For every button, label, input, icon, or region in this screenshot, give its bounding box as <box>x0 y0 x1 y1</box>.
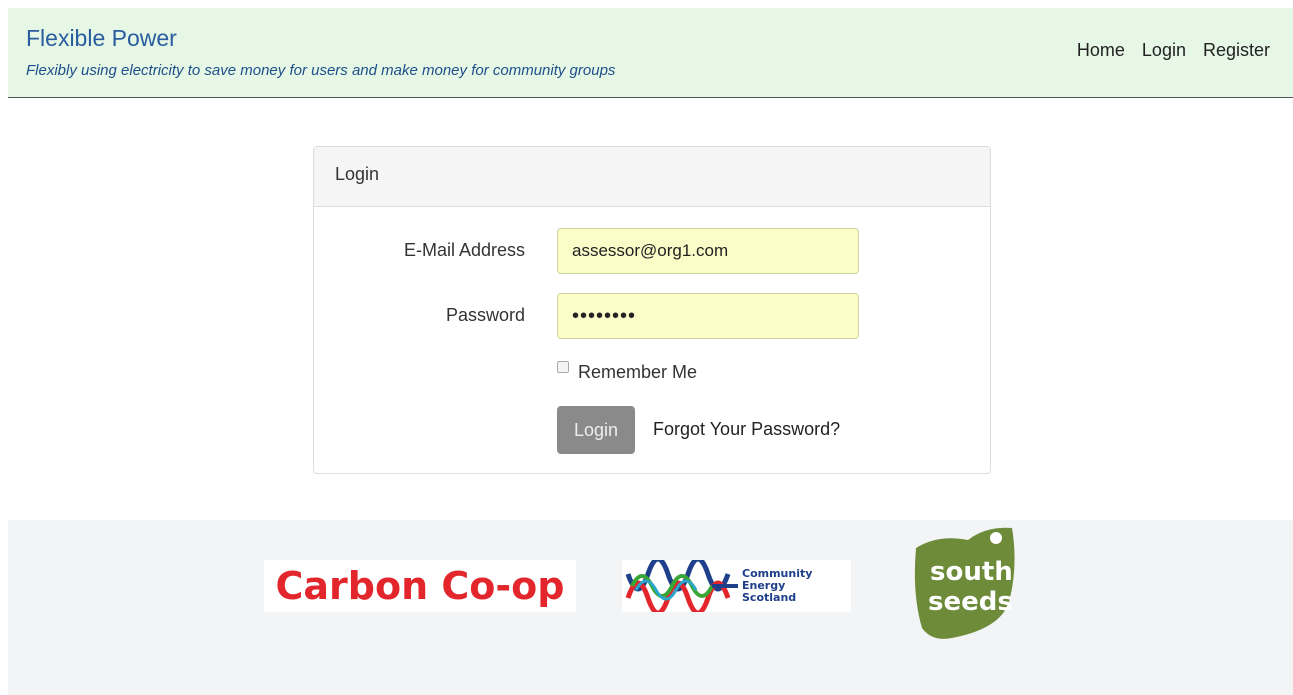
email-label: E-Mail Address <box>403 240 525 260</box>
nav-login-link[interactable]: Login <box>1142 40 1186 61</box>
password-field[interactable]: •••••••• <box>557 293 859 339</box>
footer: Carbon Co-op Community Energy Scotland s… <box>8 520 1293 695</box>
navbar: Flexible Power Flexibly using electricit… <box>8 8 1293 98</box>
nav-register-link[interactable]: Register <box>1203 40 1270 61</box>
brand-tagline: Flexibly using electricity to save money… <box>26 62 616 79</box>
password-label: Password <box>445 305 525 325</box>
email-field[interactable]: assessor@org1.com <box>557 228 859 274</box>
ces-logo-text: Community Energy Scotland <box>742 567 813 604</box>
remember-me-label[interactable]: Remember Me <box>578 362 697 383</box>
login-button[interactable]: Login <box>557 406 635 454</box>
carbon-coop-logo-text: Carbon Co-op <box>275 564 565 608</box>
south-seeds-leaf-icon: south seeds <box>914 527 1015 639</box>
forgot-password-link[interactable]: Forgot Your Password? <box>653 419 840 440</box>
south-seeds-logo: south seeds <box>908 524 1028 649</box>
nav-links: Home Login Register <box>1077 40 1270 61</box>
community-energy-scotland-logo: Community Energy Scotland <box>622 560 851 612</box>
carbon-coop-logo: Carbon Co-op <box>264 560 576 612</box>
remember-me-checkbox[interactable] <box>557 361 569 373</box>
south-seeds-text-line1: south <box>930 557 1013 587</box>
ces-wave-icon <box>625 560 738 612</box>
south-seeds-text-line2: seeds <box>928 587 1013 617</box>
brand-title[interactable]: Flexible Power <box>26 25 177 52</box>
nav-home-link[interactable]: Home <box>1077 40 1125 61</box>
login-panel: Login E-Mail Address assessor@org1.com P… <box>313 146 991 474</box>
login-panel-heading: Login <box>314 147 990 207</box>
